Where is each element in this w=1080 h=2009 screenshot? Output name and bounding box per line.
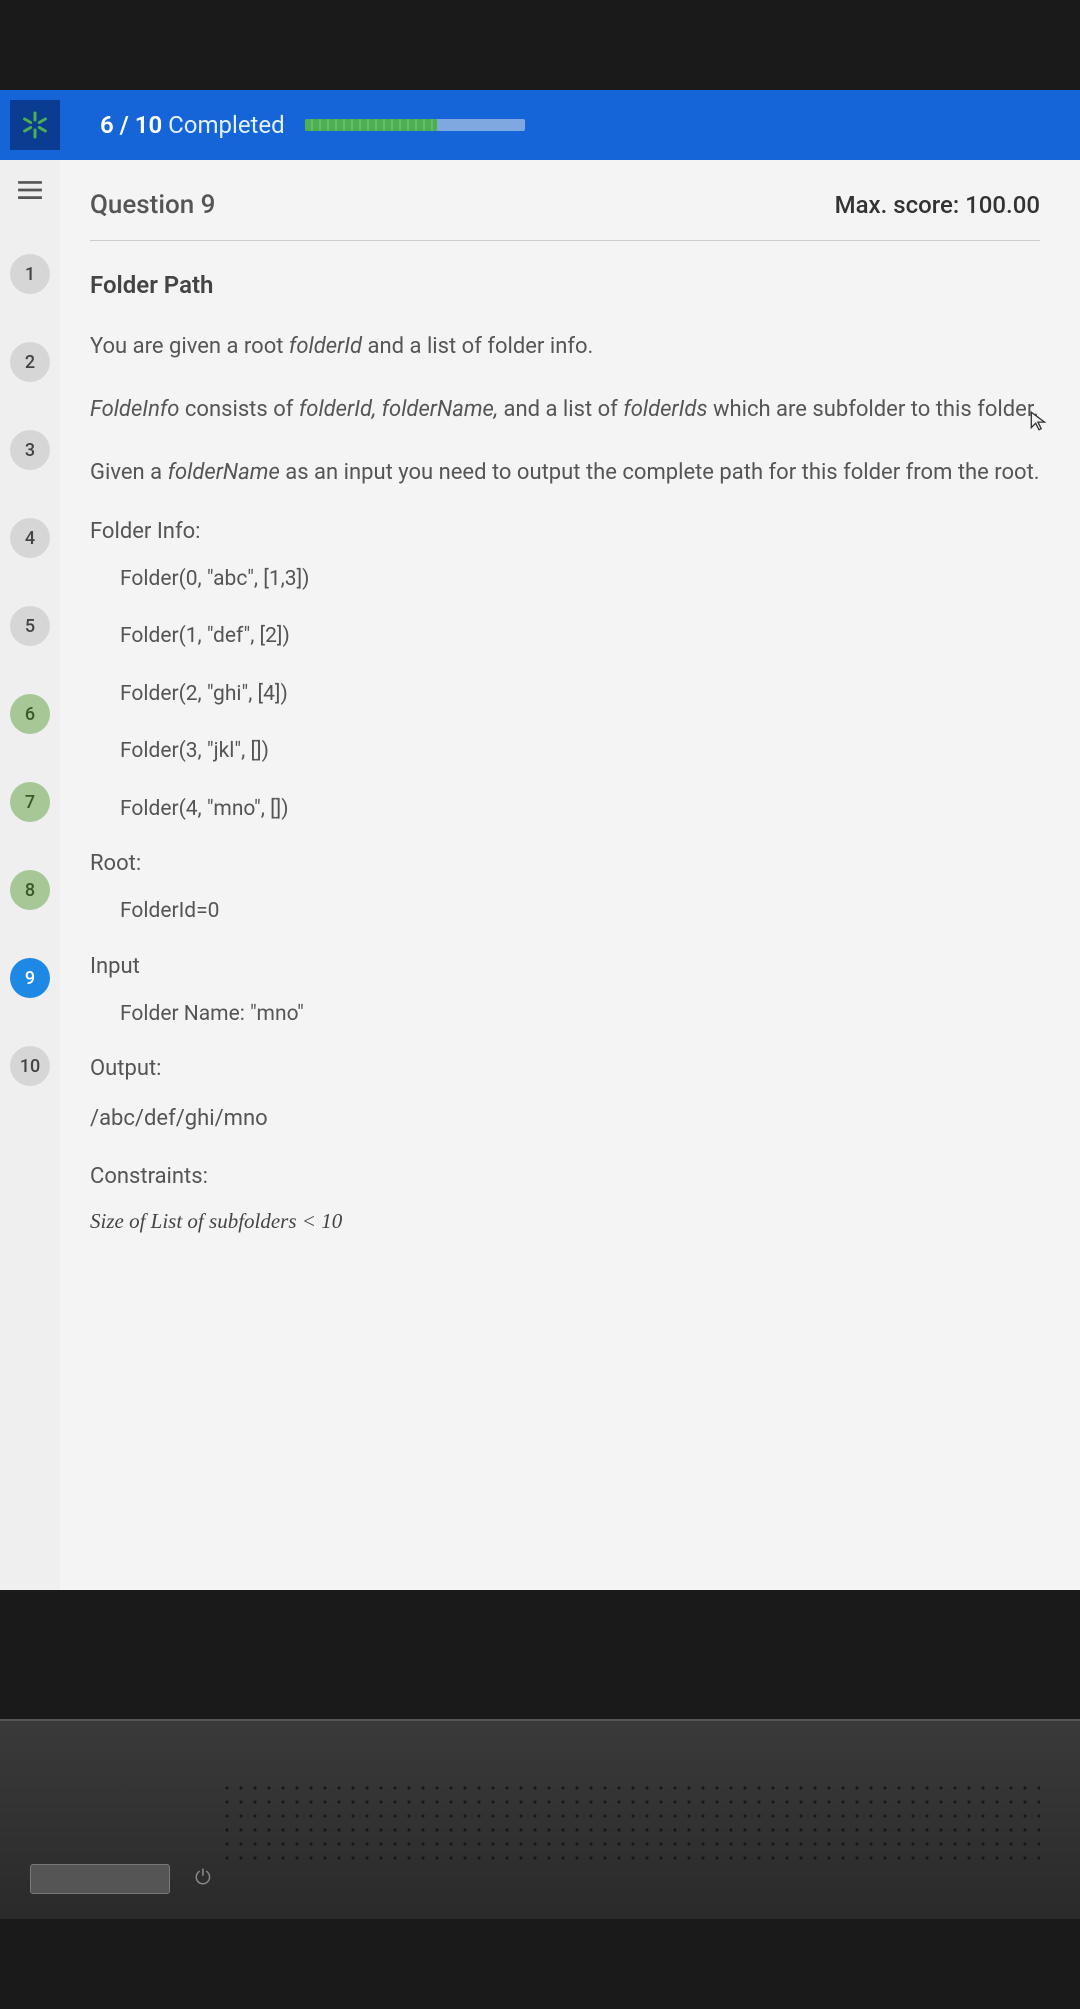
- question-label: Question 9: [90, 190, 215, 220]
- question-nav-8[interactable]: 8: [10, 870, 50, 910]
- folder-line: Folder(3, "jkl", []): [90, 736, 1040, 768]
- constraint-line: Size of List of subfolders < 10: [90, 1209, 1040, 1234]
- folder-info-label: Folder Info:: [90, 519, 1040, 544]
- menu-icon[interactable]: [17, 180, 43, 204]
- completed-status: 6 / 10 Completed: [100, 111, 285, 139]
- top-bar: 6 / 10 Completed: [0, 90, 1080, 160]
- question-nav-10[interactable]: 10: [10, 1046, 50, 1086]
- power-icon: ⏻: [195, 1865, 211, 1889]
- folder-line: Folder(0, "abc", [1,3]): [90, 564, 1040, 596]
- question-nav-6[interactable]: 6: [10, 694, 50, 734]
- question-nav-7[interactable]: 7: [10, 782, 50, 822]
- paragraph-1: You are given a root folderId and a list…: [90, 329, 1040, 364]
- question-nav-3[interactable]: 3: [10, 430, 50, 470]
- completed-count: 6 / 10: [100, 111, 162, 139]
- completed-label: Completed: [168, 111, 285, 139]
- folder-line: Folder(4, "mno", []): [90, 794, 1040, 826]
- laptop-vent: [220, 1781, 1040, 1861]
- output-value: /abc/def/ghi/mno: [90, 1101, 1040, 1136]
- paragraph-2: FoldeInfo consists of folderId, folderNa…: [90, 392, 1040, 427]
- paragraph-3: Given a folderName as an input you need …: [90, 455, 1040, 490]
- problem-title: Folder Path: [90, 271, 1040, 299]
- question-nav-1[interactable]: 1: [10, 254, 50, 294]
- question-sidebar: 1 2 3 4 5 6 7 8 9 10: [0, 160, 60, 1590]
- constraints-label: Constraints:: [90, 1164, 1040, 1189]
- mouse-cursor-icon: [1028, 410, 1050, 436]
- question-nav-5[interactable]: 5: [10, 606, 50, 646]
- question-header: Question 9 Max. score: 100.00: [90, 190, 1040, 241]
- progress-fill: [305, 119, 437, 131]
- question-nav-4[interactable]: 4: [10, 518, 50, 558]
- laptop-base: ⏻: [0, 1719, 1080, 1919]
- question-content: Question 9 Max. score: 100.00 Folder Pat…: [60, 160, 1080, 1590]
- input-value: Folder Name: "mno": [90, 999, 1040, 1031]
- question-nav-9[interactable]: 9: [10, 958, 50, 998]
- output-label: Output:: [90, 1056, 1040, 1081]
- input-label: Input: [90, 954, 1040, 979]
- root-label: Root:: [90, 851, 1040, 876]
- brand-logo: [10, 100, 60, 150]
- max-score: Max. score: 100.00: [835, 191, 1040, 219]
- root-value: FolderId=0: [90, 896, 1040, 928]
- folder-line: Folder(1, "def", [2]): [90, 621, 1040, 653]
- progress-bar: [305, 119, 525, 131]
- folder-line: Folder(2, "ghi", [4]): [90, 679, 1040, 711]
- laptop-latch: [30, 1864, 170, 1894]
- question-nav-2[interactable]: 2: [10, 342, 50, 382]
